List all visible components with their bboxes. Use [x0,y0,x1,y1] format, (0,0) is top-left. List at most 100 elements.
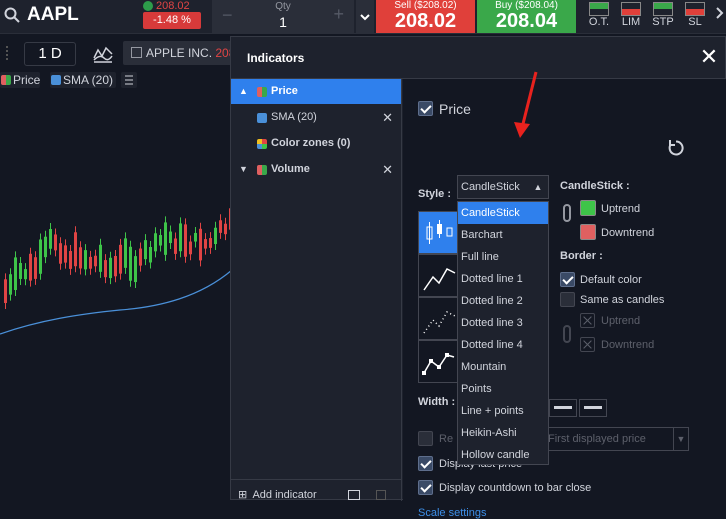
display-countdown-checkbox[interactable] [418,480,433,495]
thumb-line[interactable] [418,254,458,297]
tree-item-label: Volume [271,163,310,175]
width-option-medium[interactable] [549,399,577,417]
stop-limit-button[interactable]: SL [682,0,708,34]
style-option[interactable]: Points [458,378,548,400]
limit-icon [621,2,641,16]
style-option[interactable]: Line + points [458,400,548,422]
style-option[interactable]: Dotted line 4 [458,334,548,356]
stop-order-button[interactable]: STP [650,0,676,34]
tree-item-label: Color zones (0) [271,137,351,149]
remove-sma-icon[interactable]: ✕ [382,105,393,130]
chevron-right-icon[interactable] [712,6,726,20]
delete-icon[interactable] [376,490,386,500]
range-checkbox[interactable] [418,431,433,446]
downtrend-label: Downtrend [601,227,655,239]
candle-body [194,232,197,242]
style-option[interactable]: Dotted line 1 [458,268,548,290]
style-select[interactable]: CandleStick ▲ [457,175,549,199]
search-icon[interactable] [4,7,20,23]
chevron-up-icon[interactable]: ▲ [239,79,248,104]
plus-icon[interactable]: + [333,4,344,25]
same-as-candles-checkbox[interactable] [560,292,575,307]
chevron-down-icon[interactable]: ▼ [239,157,248,182]
candle-body [29,253,32,281]
tree-item-volume[interactable]: ▼ Volume ✕ [231,157,401,182]
display-countdown-label: Display countdown to bar close [439,482,592,494]
style-option[interactable]: Heikin-Ashi [458,422,548,444]
candle-body [69,251,72,269]
drag-handle-icon[interactable] [6,46,12,60]
tree-item-price[interactable]: ▲ Price [231,79,401,104]
reset-icon[interactable] [667,139,685,157]
timeframe-select[interactable]: 1 D [24,42,76,66]
order-type-button[interactable]: O.T. [586,0,612,34]
first-displayed-price-select[interactable]: First displayed price [543,427,689,451]
same-as-candles-label: Same as candles [580,294,665,306]
add-indicator-label: Add indicator [252,489,317,501]
remove-volume-icon[interactable]: ✕ [382,157,393,182]
sell-button[interactable]: Sell ($208.02) 208.02 [376,0,475,33]
candle-body [204,239,207,249]
tree-item-color-zones[interactable]: Color zones (0) [231,131,401,156]
candle-body [219,220,222,233]
candle-body [34,257,37,279]
style-option[interactable]: Barchart [458,224,548,246]
first-displayed-price-value: First displayed price [548,433,646,445]
thumb-dotted[interactable] [418,297,458,340]
legend-list-icon[interactable] [121,72,137,88]
order-type-label: O.T. [588,16,610,28]
qty-dropdown-button[interactable] [356,0,374,34]
legend-sma-label: SMA (20) [63,73,114,87]
uptrend-color-swatch[interactable] [580,200,596,216]
legend-sma[interactable]: SMA (20) [50,72,116,88]
change-badge: -1.48 % [143,12,201,29]
annotation-arrow [514,71,538,138]
limit-order-button[interactable]: LIM [618,0,644,34]
candle-body [14,257,17,291]
default-color-checkbox[interactable] [560,272,575,287]
uptrend-label: Uptrend [601,203,641,215]
border-downtrend-label: Downtrend [601,339,655,351]
candle-body [49,229,52,249]
candle-body [119,244,122,274]
style-option[interactable]: Full line [458,246,548,268]
close-icon[interactable]: ✕ [699,46,719,68]
candle-body [99,244,102,272]
link-icon[interactable] [563,204,571,222]
default-color-label: Default color [580,274,642,286]
style-option[interactable]: Hollow candle [458,444,548,466]
downtrend-color-swatch[interactable] [580,224,596,240]
symbol-name: APPLE INC. [146,46,213,60]
legend-price[interactable]: Price [0,72,40,88]
candle-body [54,234,57,251]
copy-icon[interactable] [348,490,360,500]
price-checkbox[interactable] [418,101,433,116]
quantity-stepper[interactable]: − Qty 1 + [212,0,354,34]
chevron-down-icon[interactable]: ▼ [673,427,689,451]
style-option[interactable]: Dotted line 2 [458,290,548,312]
thumb-candlestick[interactable] [418,211,458,254]
ticker-symbol[interactable]: AAPL [27,4,79,26]
buy-button[interactable]: Buy ($208.04) 208.04 [477,0,576,33]
style-option[interactable]: Dotted line 3 [458,312,548,334]
top-bar: AAPL 208.02 -1.48 % − Qty 1 + Sell ($208… [0,0,726,34]
candle-body [129,246,132,281]
tree-item-sma[interactable]: SMA (20) ✕ [231,105,401,130]
add-indicator-button[interactable]: ⊞ Add indicator [238,488,317,501]
width-option-large[interactable] [579,399,607,417]
style-option[interactable]: CandleStick [458,202,548,224]
display-last-price-checkbox[interactable] [418,456,433,471]
panel-header: Indicators ✕ [231,37,726,79]
style-dropdown: CandleStick Barchart Full line Dotted li… [457,201,549,465]
price-swatch-icon [1,75,11,85]
indicators-icon[interactable] [92,44,114,64]
thumb-line-points[interactable] [418,340,458,383]
symbol-box[interactable]: APPLE INC. 208 [123,41,233,65]
style-thumbnails [418,211,458,385]
candle-body [24,269,27,280]
scale-settings-link[interactable]: Scale settings [418,507,486,519]
style-option[interactable]: Mountain [458,356,548,378]
candle-body [189,241,192,255]
candle-body [144,240,147,260]
panel-title: Indicators [247,51,305,65]
